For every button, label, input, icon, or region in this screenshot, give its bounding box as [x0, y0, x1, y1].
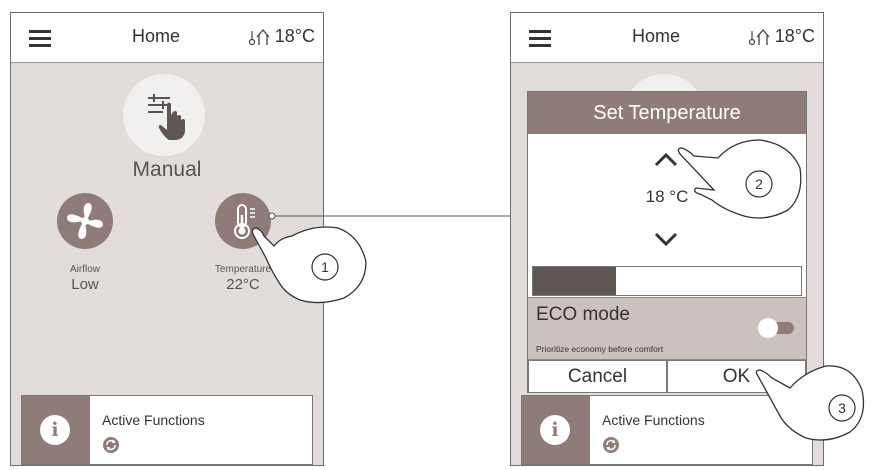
active-functions-panel[interactable]: i Active Functions	[21, 395, 313, 465]
mode-button[interactable]	[123, 74, 205, 156]
callout-3-number: 3	[838, 400, 846, 416]
manual-hand-icon	[148, 94, 185, 140]
airflow-label: Airflow	[69, 264, 100, 275]
cancel-button[interactable]: Cancel	[528, 360, 667, 393]
temperature-setpoint: 18 °C	[645, 187, 689, 206]
set-temperature-dialog: Set Temperature 18 °C ECO mode Prioritiz…	[527, 91, 807, 393]
thermometer-icon	[234, 204, 255, 239]
home-screen: Home 18°C Manual Airflow Low Temperature…	[10, 12, 324, 466]
temperature-level-fill	[533, 267, 617, 295]
dialog-title: Set Temperature	[528, 92, 806, 134]
active-functions-panel[interactable]: i Active Functions	[521, 395, 813, 465]
top-bar: Home 18°C	[11, 13, 323, 63]
chevron-down-icon[interactable]	[652, 230, 680, 248]
indoor-temperature: 18°C	[748, 26, 815, 47]
temperature-level-bar	[532, 266, 802, 296]
eco-mode-row: ECO mode Prioritize economy before comfo…	[528, 297, 806, 360]
airflow-button[interactable]	[57, 193, 113, 249]
callout-3	[828, 394, 856, 422]
indoor-temperature: 18°C	[248, 26, 315, 47]
page-title: Home	[131, 26, 180, 46]
top-bar: Home 18°C	[511, 13, 823, 63]
airflow-value: Low	[71, 276, 99, 293]
page-title: Home	[631, 26, 680, 46]
ok-button[interactable]: OK	[667, 360, 806, 393]
thermometer-house-icon	[748, 28, 770, 45]
cycle-icon	[103, 437, 119, 453]
fan-icon	[67, 203, 103, 239]
active-functions-label: Active Functions	[102, 412, 205, 428]
thermometer-house-icon	[248, 28, 270, 45]
active-functions-label: Active Functions	[602, 412, 705, 428]
temperature-value: 22°C	[226, 276, 260, 293]
chevron-up-icon[interactable]	[652, 150, 680, 168]
eco-mode-subtitle: Prioritize economy before comfort	[536, 344, 664, 354]
cycle-icon	[603, 437, 619, 453]
set-temperature-screen: Home 18°C Set Temperature 18 °C ECO mode	[510, 12, 824, 466]
eco-mode-title: ECO mode	[536, 304, 630, 325]
temperature-label: Temperature	[214, 264, 272, 275]
info-icon: i	[540, 415, 570, 445]
mode-label: Manual	[132, 158, 202, 181]
eco-mode-toggle[interactable]	[758, 318, 794, 338]
info-icon: i	[40, 415, 70, 445]
temperature-button[interactable]	[215, 193, 271, 249]
